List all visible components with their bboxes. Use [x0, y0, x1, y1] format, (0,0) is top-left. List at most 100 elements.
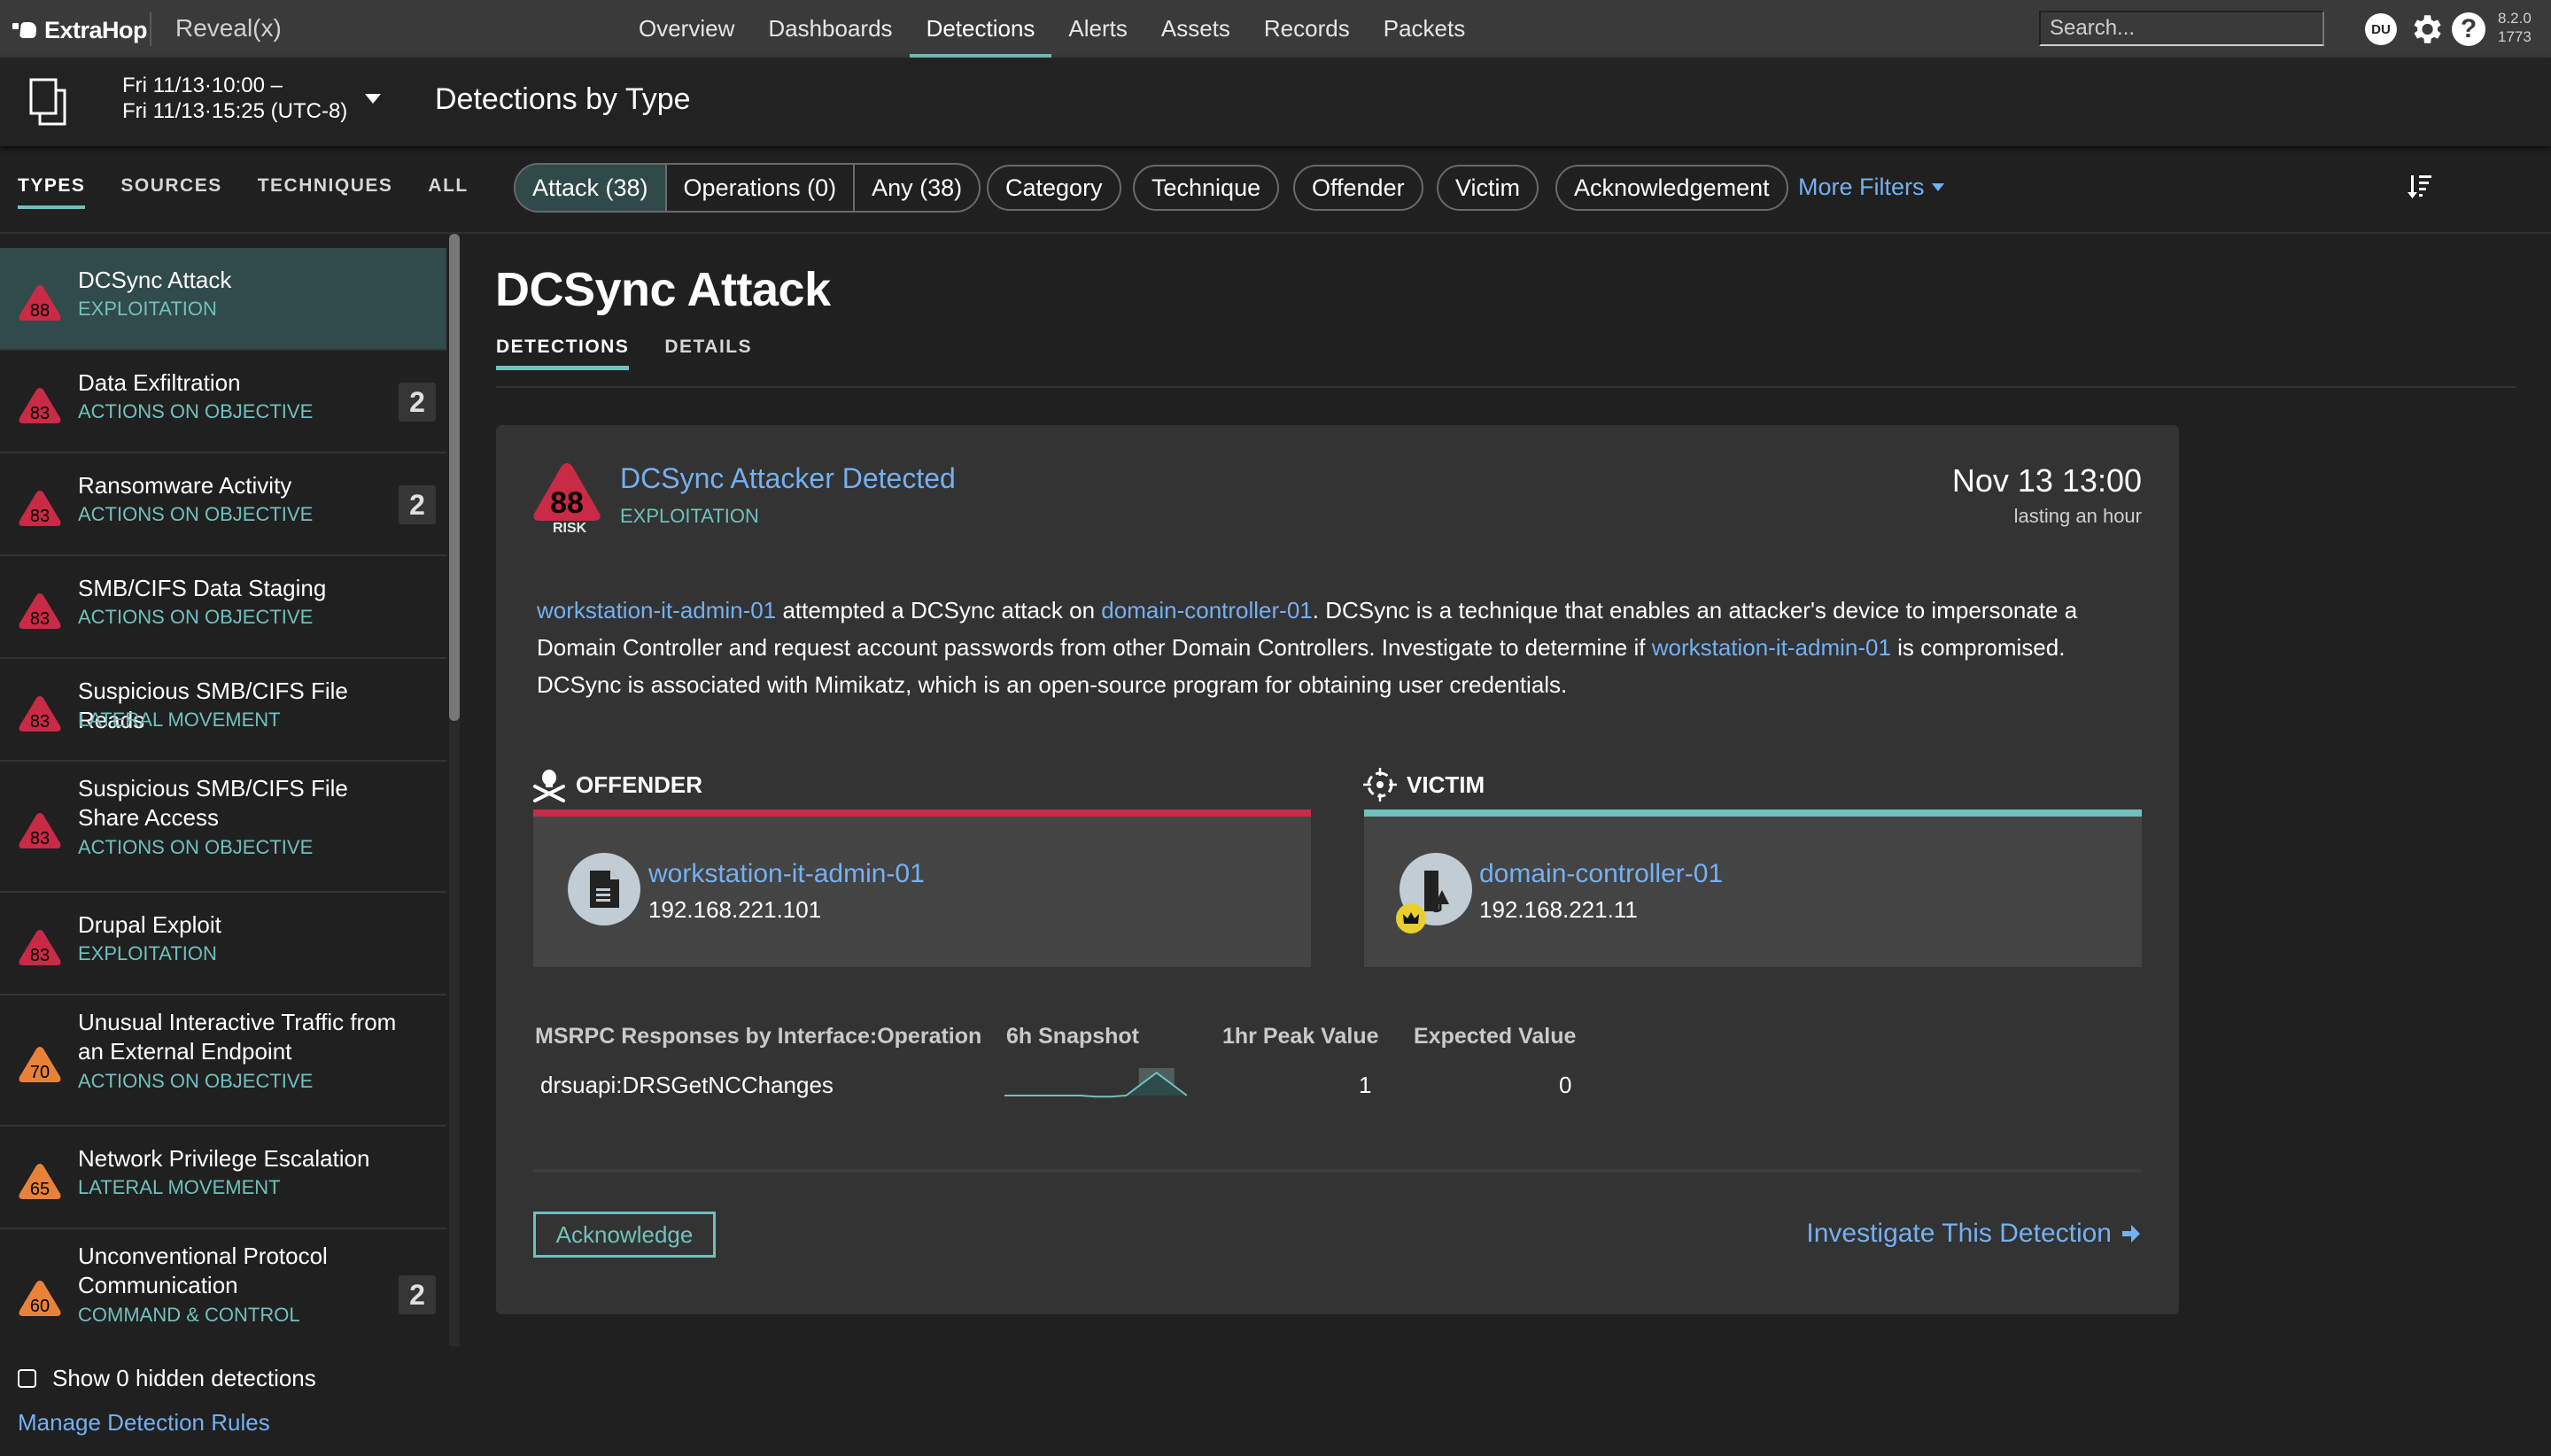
offender-device-link[interactable]: workstation-it-admin-01 — [1652, 634, 1891, 661]
user-avatar[interactable]: DU — [2365, 13, 2397, 45]
risk-score: 83 — [30, 507, 50, 526]
detection-type-item[interactable]: 65 Network Privilege Escalation LATERAL MO… — [0, 1127, 446, 1229]
risk-triangle-icon: 83 — [19, 388, 61, 423]
detection-type-name: Suspicious SMB/CIFS File Share Access — [78, 775, 348, 831]
caret-down-icon — [1931, 183, 1944, 191]
risk-score: 83 — [30, 712, 50, 732]
detection-type-item[interactable]: 83 Ransomware Activity ACTIONS ON OBJECTIV… — [0, 453, 446, 556]
nav-overview[interactable]: Overview — [622, 0, 751, 58]
segment-any[interactable]: Any (38) — [855, 165, 979, 211]
tab-types[interactable]: TYPES — [18, 175, 86, 209]
detection-type-category: EXPLOITATION — [78, 942, 217, 964]
detection-type-item[interactable]: 88 DCSync Attack EXPLOITATION — [0, 248, 446, 351]
more-filters-label: More Filters — [1798, 174, 1925, 200]
detection-type-category: ACTIONS ON OBJECTIVE — [78, 503, 314, 525]
risk-score-triangle-icon: 88 — [533, 463, 601, 521]
nav-packets[interactable]: Packets — [1367, 0, 1483, 58]
detection-type-title: DCSync Attack — [495, 263, 831, 316]
list-view-tabs: TYPES SOURCES TECHNIQUES ALL — [18, 175, 469, 209]
detection-title-link[interactable]: DCSync Attacker Detected — [620, 462, 956, 495]
snapshot-sparkline[interactable] — [1004, 1066, 1187, 1102]
nav-detections[interactable]: Detections — [909, 0, 1052, 58]
show-hidden-label: Show 0 hidden detections — [52, 1365, 316, 1391]
filter-technique[interactable]: Technique — [1133, 165, 1280, 211]
version-info: 8.2.0 1773 — [2498, 9, 2532, 46]
segment-operations[interactable]: Operations (0) — [667, 165, 856, 211]
risk-triangle-icon: 70 — [19, 1047, 61, 1082]
detection-time: Nov 13 13:00 — [1951, 462, 2142, 499]
version-number: 8.2.0 — [2498, 10, 2532, 27]
detection-type-name: Data Exfiltration — [78, 369, 241, 396]
detection-category: EXPLOITATION — [620, 505, 759, 527]
list-scrollbar-thumb[interactable] — [449, 234, 460, 721]
extrahop-logo[interactable]: ExtraHop — [12, 12, 148, 48]
arrow-right-icon — [2122, 1225, 2140, 1243]
filter-offender[interactable]: Offender — [1293, 165, 1423, 211]
tab-details[interactable]: DETAILS — [664, 337, 752, 370]
risk-score: 70 — [30, 1063, 50, 1082]
detection-type-item[interactable]: 83 Data Exfiltration ACTIONS ON OBJECTIVE 2 — [0, 351, 446, 453]
victim-color-bar — [1364, 809, 2142, 817]
victim-device-card — [1364, 817, 2142, 967]
detection-type-name: DCSync Attack — [78, 267, 232, 293]
offender-device-name[interactable]: workstation-it-admin-01 — [648, 859, 925, 889]
peak-value-cell: 1 — [1359, 1072, 1372, 1098]
offender-color-bar — [533, 809, 1311, 817]
detail-tabs: DETECTIONS DETAILS — [496, 337, 752, 370]
divider — [533, 1169, 2142, 1173]
detection-count-badge: 2 — [399, 383, 436, 422]
detection-type-item[interactable]: 83 Drupal Exploit EXPLOITATION — [0, 893, 446, 995]
page-title: Detections by Type — [435, 82, 691, 116]
detection-type-name: Unconventional Protocol Communication — [78, 1243, 328, 1298]
detection-type-item[interactable]: 70 Unusual Interactive Traffic from an Ex… — [0, 995, 446, 1127]
detection-type-category: LATERAL MOVEMENT — [78, 709, 281, 731]
tab-techniques[interactable]: TECHNIQUES — [258, 175, 393, 209]
risk-score: 83 — [30, 404, 50, 423]
filter-category[interactable]: Category — [987, 165, 1121, 211]
risk-triangle-icon: 83 — [19, 930, 61, 965]
help-icon[interactable]: ? — [2452, 12, 2485, 46]
time-range-selector[interactable]: Fri 11/13·10:00 – Fri 11/13·15:25 (UTC-8… — [122, 73, 347, 124]
victim-device-ip: 192.168.221.11 — [1479, 896, 1638, 923]
investigate-detection-link[interactable]: Investigate This Detection — [1806, 1219, 2142, 1249]
offender-device-card — [533, 817, 1311, 967]
nav-assets[interactable]: Assets — [1144, 0, 1247, 58]
detection-count-badge: 2 — [399, 1275, 436, 1314]
global-search-input[interactable] — [2039, 11, 2324, 46]
main-nav: Overview Dashboards Detections Alerts Assets… — [622, 0, 1482, 58]
tab-all[interactable]: ALL — [428, 175, 468, 209]
offender-device-link[interactable]: workstation-it-admin-01 — [537, 597, 776, 623]
show-hidden-detections-toggle[interactable]: Show 0 hidden detections — [18, 1365, 316, 1392]
tab-detections[interactable]: DETECTIONS — [496, 337, 630, 370]
nav-alerts[interactable]: Alerts — [1051, 0, 1144, 58]
crosshair-target-icon — [1363, 768, 1397, 802]
description-text: attempted a DCSync attack on — [776, 597, 1102, 623]
caret-down-icon[interactable] — [365, 94, 381, 104]
victim-device-link[interactable]: domain-controller-01 — [1101, 597, 1312, 623]
detection-type-category: COMMAND & CONTROL — [78, 1304, 300, 1326]
tab-sources[interactable]: SOURCES — [120, 175, 221, 209]
risk-triangle-icon: 83 — [19, 813, 61, 848]
acknowledge-button[interactable]: Acknowledge — [533, 1212, 716, 1258]
nav-dashboards[interactable]: Dashboards — [751, 0, 909, 58]
filter-acknowledgement[interactable]: Acknowledgement — [1555, 165, 1788, 211]
copy-time-icon[interactable] — [29, 78, 68, 126]
victim-heading: VICTIM — [1362, 767, 1485, 802]
detection-description: workstation-it-admin-01 attempted a DCSy… — [537, 592, 2149, 703]
sort-descending-icon[interactable] — [2408, 174, 2434, 200]
filter-victim[interactable]: Victim — [1437, 165, 1539, 211]
show-hidden-checkbox[interactable] — [18, 1369, 36, 1388]
expected-value-cell: 0 — [1559, 1072, 1572, 1098]
nav-records[interactable]: Records — [1247, 0, 1367, 58]
victim-device-name[interactable]: domain-controller-01 — [1479, 859, 1723, 889]
segment-attack[interactable]: Attack (38) — [516, 165, 667, 211]
detection-type-item[interactable]: 83 SMB/CIFS Data Staging ACTIONS ON OBJECT… — [0, 556, 446, 659]
detection-type-item[interactable]: 60 Unconventional Protocol Communication C… — [0, 1229, 446, 1346]
time-range-start: Fri 11/13·10:00 – — [122, 74, 283, 97]
detection-type-item[interactable]: 83 Suspicious SMB/CIFS File Reads LATERAL … — [0, 659, 446, 762]
gear-icon[interactable] — [2408, 11, 2445, 48]
detection-type-item[interactable]: 83 Suspicious SMB/CIFS File Share Access A… — [0, 762, 446, 893]
more-filters-dropdown[interactable]: More Filters — [1798, 174, 1944, 201]
manage-detection-rules-link[interactable]: Manage Detection Rules — [18, 1409, 270, 1437]
skull-crossbones-icon — [533, 770, 565, 802]
